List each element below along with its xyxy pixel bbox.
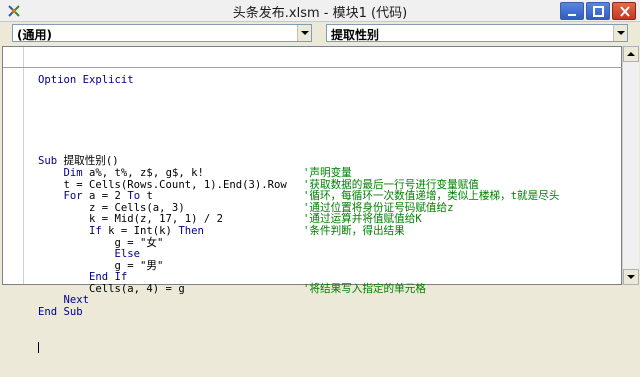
text-cursor [38, 341, 39, 353]
option-explicit: Option Explicit [38, 74, 134, 87]
code-line: End Sub [38, 306, 621, 319]
code-keyword: End If [38, 271, 128, 284]
window-title: 头条发布.xlsm - 模块1 (代码) [232, 6, 408, 21]
code-comment: '将结果写入指定的单元格 [303, 282, 426, 295]
code-statement: 提取性别() [57, 155, 119, 168]
code-keyword: To [127, 190, 141, 203]
code-line: Next [38, 295, 621, 307]
vba-code-window: 头条发布.xlsm - 模块1 (代码) (通用) 提取性别 Option Ex… [0, 0, 640, 353]
minimize-button[interactable] [560, 2, 584, 20]
procedure-dropdown-value: 提取性别 [331, 28, 380, 42]
code-keyword: For [38, 190, 83, 203]
maximize-icon [593, 6, 604, 17]
scroll-up-arrow-icon[interactable] [623, 46, 639, 62]
title-bar: 头条发布.xlsm - 模块1 (代码) [0, 0, 640, 22]
minimize-icon [568, 14, 576, 16]
code-statement: k = Mid(z, 17, 1) / 2 [38, 213, 223, 226]
code-keyword: End Sub [38, 306, 83, 319]
code-statement: k = Int(k) [101, 224, 179, 237]
chevron-down-icon[interactable] [297, 25, 311, 41]
code-text[interactable]: Option Explicit Sub 提取性别() Dim a%, t%, z… [3, 52, 623, 377]
code-editor[interactable]: Option Explicit Sub 提取性别() Dim a%, t%, z… [2, 46, 623, 353]
procedure-toolbar: (通用) 提取性别 [0, 22, 640, 44]
code-lines: Sub 提取性别() Dim a%, t%, z$, g$, k! '声明变量 t… [38, 156, 621, 318]
code-comment: '条件判断，得出结果 [303, 224, 405, 237]
code-statement: Cells(a, 4) = g [38, 282, 185, 295]
close-button[interactable] [612, 2, 636, 20]
code-keyword: Next [38, 294, 90, 307]
scroll-down-arrow-icon[interactable] [623, 269, 639, 285]
close-icon [620, 6, 630, 17]
procedure-dropdown[interactable]: 提取性别 [326, 24, 628, 42]
code-line: Cells(a, 4) = g '将结果写入指定的单元格 [38, 282, 621, 296]
code-keyword: Dim [38, 166, 83, 179]
code-statement: g = "男" [38, 259, 164, 272]
code-keyword: If [38, 224, 102, 237]
procedure-separator [3, 67, 623, 68]
code-comment: '循环，每循环一次数值递增，类似上楼梯，t就是尽头 [303, 190, 560, 203]
code-statement: a = 2 [82, 190, 128, 203]
code-statement: t = Cells(Rows.Count, 1).End(3).Row [38, 178, 287, 191]
code-comment: '声明变量 [303, 166, 352, 179]
code-line: Option Explicit [38, 74, 621, 87]
object-dropdown[interactable]: (通用) [12, 24, 312, 42]
chevron-down-icon[interactable] [613, 25, 627, 41]
code-statement: a%, t%, z$, g$, k! [82, 166, 204, 179]
cursor-line [38, 341, 621, 354]
code-statement: g = "女" [38, 236, 164, 249]
code-keyword: Else [38, 248, 141, 261]
object-dropdown-value: (通用) [17, 28, 52, 42]
code-statement: t [140, 190, 153, 203]
code-statement: z = Cells(a, 3) [38, 201, 185, 214]
vertical-scrollbar[interactable] [622, 46, 639, 285]
code-keyword: Sub [38, 155, 58, 168]
margin-indicator-bar[interactable] [3, 47, 24, 284]
maximize-button[interactable] [586, 2, 610, 20]
code-keyword: Then [178, 224, 204, 237]
